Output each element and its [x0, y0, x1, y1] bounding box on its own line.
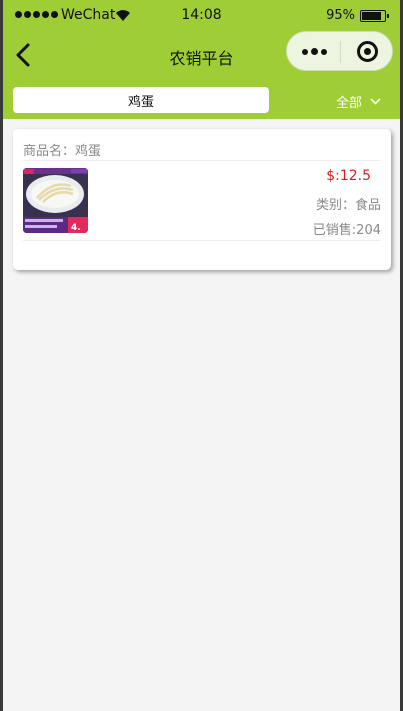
more-options-button[interactable]: [287, 32, 340, 72]
status-bar: WeChat 14:08 95%: [3, 0, 400, 32]
category-filter-dropdown[interactable]: 全部: [336, 92, 381, 111]
more-dots-icon: [302, 49, 308, 55]
battery-percentage: 95%: [326, 8, 355, 23]
close-mini-program-button[interactable]: [341, 32, 394, 72]
filter-label: 全部: [336, 96, 363, 111]
svg-text:4.: 4.: [71, 223, 81, 233]
product-image[interactable]: 4.: [23, 168, 88, 233]
mini-program-capsule: [286, 31, 393, 71]
battery-icon: [360, 10, 389, 22]
product-card[interactable]: 商品名：鸡蛋 4. $:12.5 类别：食品 已销售:204: [13, 129, 391, 270]
page: WeChat 14:08 95% 农销平台 鸡蛋 全部 商品名：鸡蛋 4. $:…: [0, 0, 403, 711]
product-category: 类别：食品: [315, 198, 381, 213]
search-input[interactable]: 鸡蛋: [13, 87, 269, 113]
divider: [23, 160, 381, 161]
chevron-down-icon: [370, 98, 381, 105]
divider: [23, 240, 381, 241]
screen-edge-left: [0, 0, 3, 711]
search-value: 鸡蛋: [127, 94, 154, 110]
product-price: $:12.5: [326, 168, 371, 184]
product-sold-count: 已销售:204: [312, 223, 381, 238]
product-name: 商品名：鸡蛋: [23, 144, 102, 159]
